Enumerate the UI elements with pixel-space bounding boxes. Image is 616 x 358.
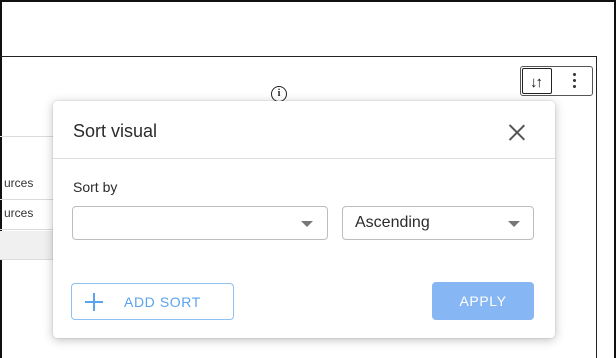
sort-visual-dialog: Sort visual Sort by Ascending ADD SORT A…: [53, 101, 555, 338]
more-vertical-icon[interactable]: [571, 73, 577, 91]
info-icon[interactable]: i: [271, 86, 287, 102]
sort-button[interactable]: ↓↑: [522, 68, 552, 94]
add-sort-label: ADD SORT: [124, 294, 201, 310]
sort-field-select[interactable]: [72, 206, 328, 240]
table-row: [0, 231, 60, 259]
visual-toolbar: ↓↑: [520, 66, 593, 96]
table-cell: urces: [4, 176, 34, 190]
close-icon[interactable]: [508, 123, 526, 141]
table-cell: urces: [4, 206, 34, 220]
plus-icon: [85, 293, 103, 311]
sort-arrows-icon: ↓↑: [530, 74, 543, 91]
sort-by-label: Sort by: [73, 179, 118, 195]
chevron-down-icon: [301, 221, 313, 227]
window-top-border: [0, 0, 616, 2]
add-sort-button[interactable]: ADD SORT: [71, 283, 234, 320]
chevron-down-icon: [508, 221, 520, 227]
table-divider: [0, 259, 55, 260]
sort-order-value: Ascending: [355, 214, 430, 231]
apply-button[interactable]: APPLY: [432, 282, 534, 320]
sort-order-select[interactable]: Ascending: [342, 206, 534, 240]
dialog-title: Sort visual: [73, 121, 158, 141]
table-divider: [0, 199, 55, 200]
dialog-divider: [53, 158, 555, 159]
table-divider: [0, 229, 55, 230]
table-divider: [0, 136, 55, 137]
